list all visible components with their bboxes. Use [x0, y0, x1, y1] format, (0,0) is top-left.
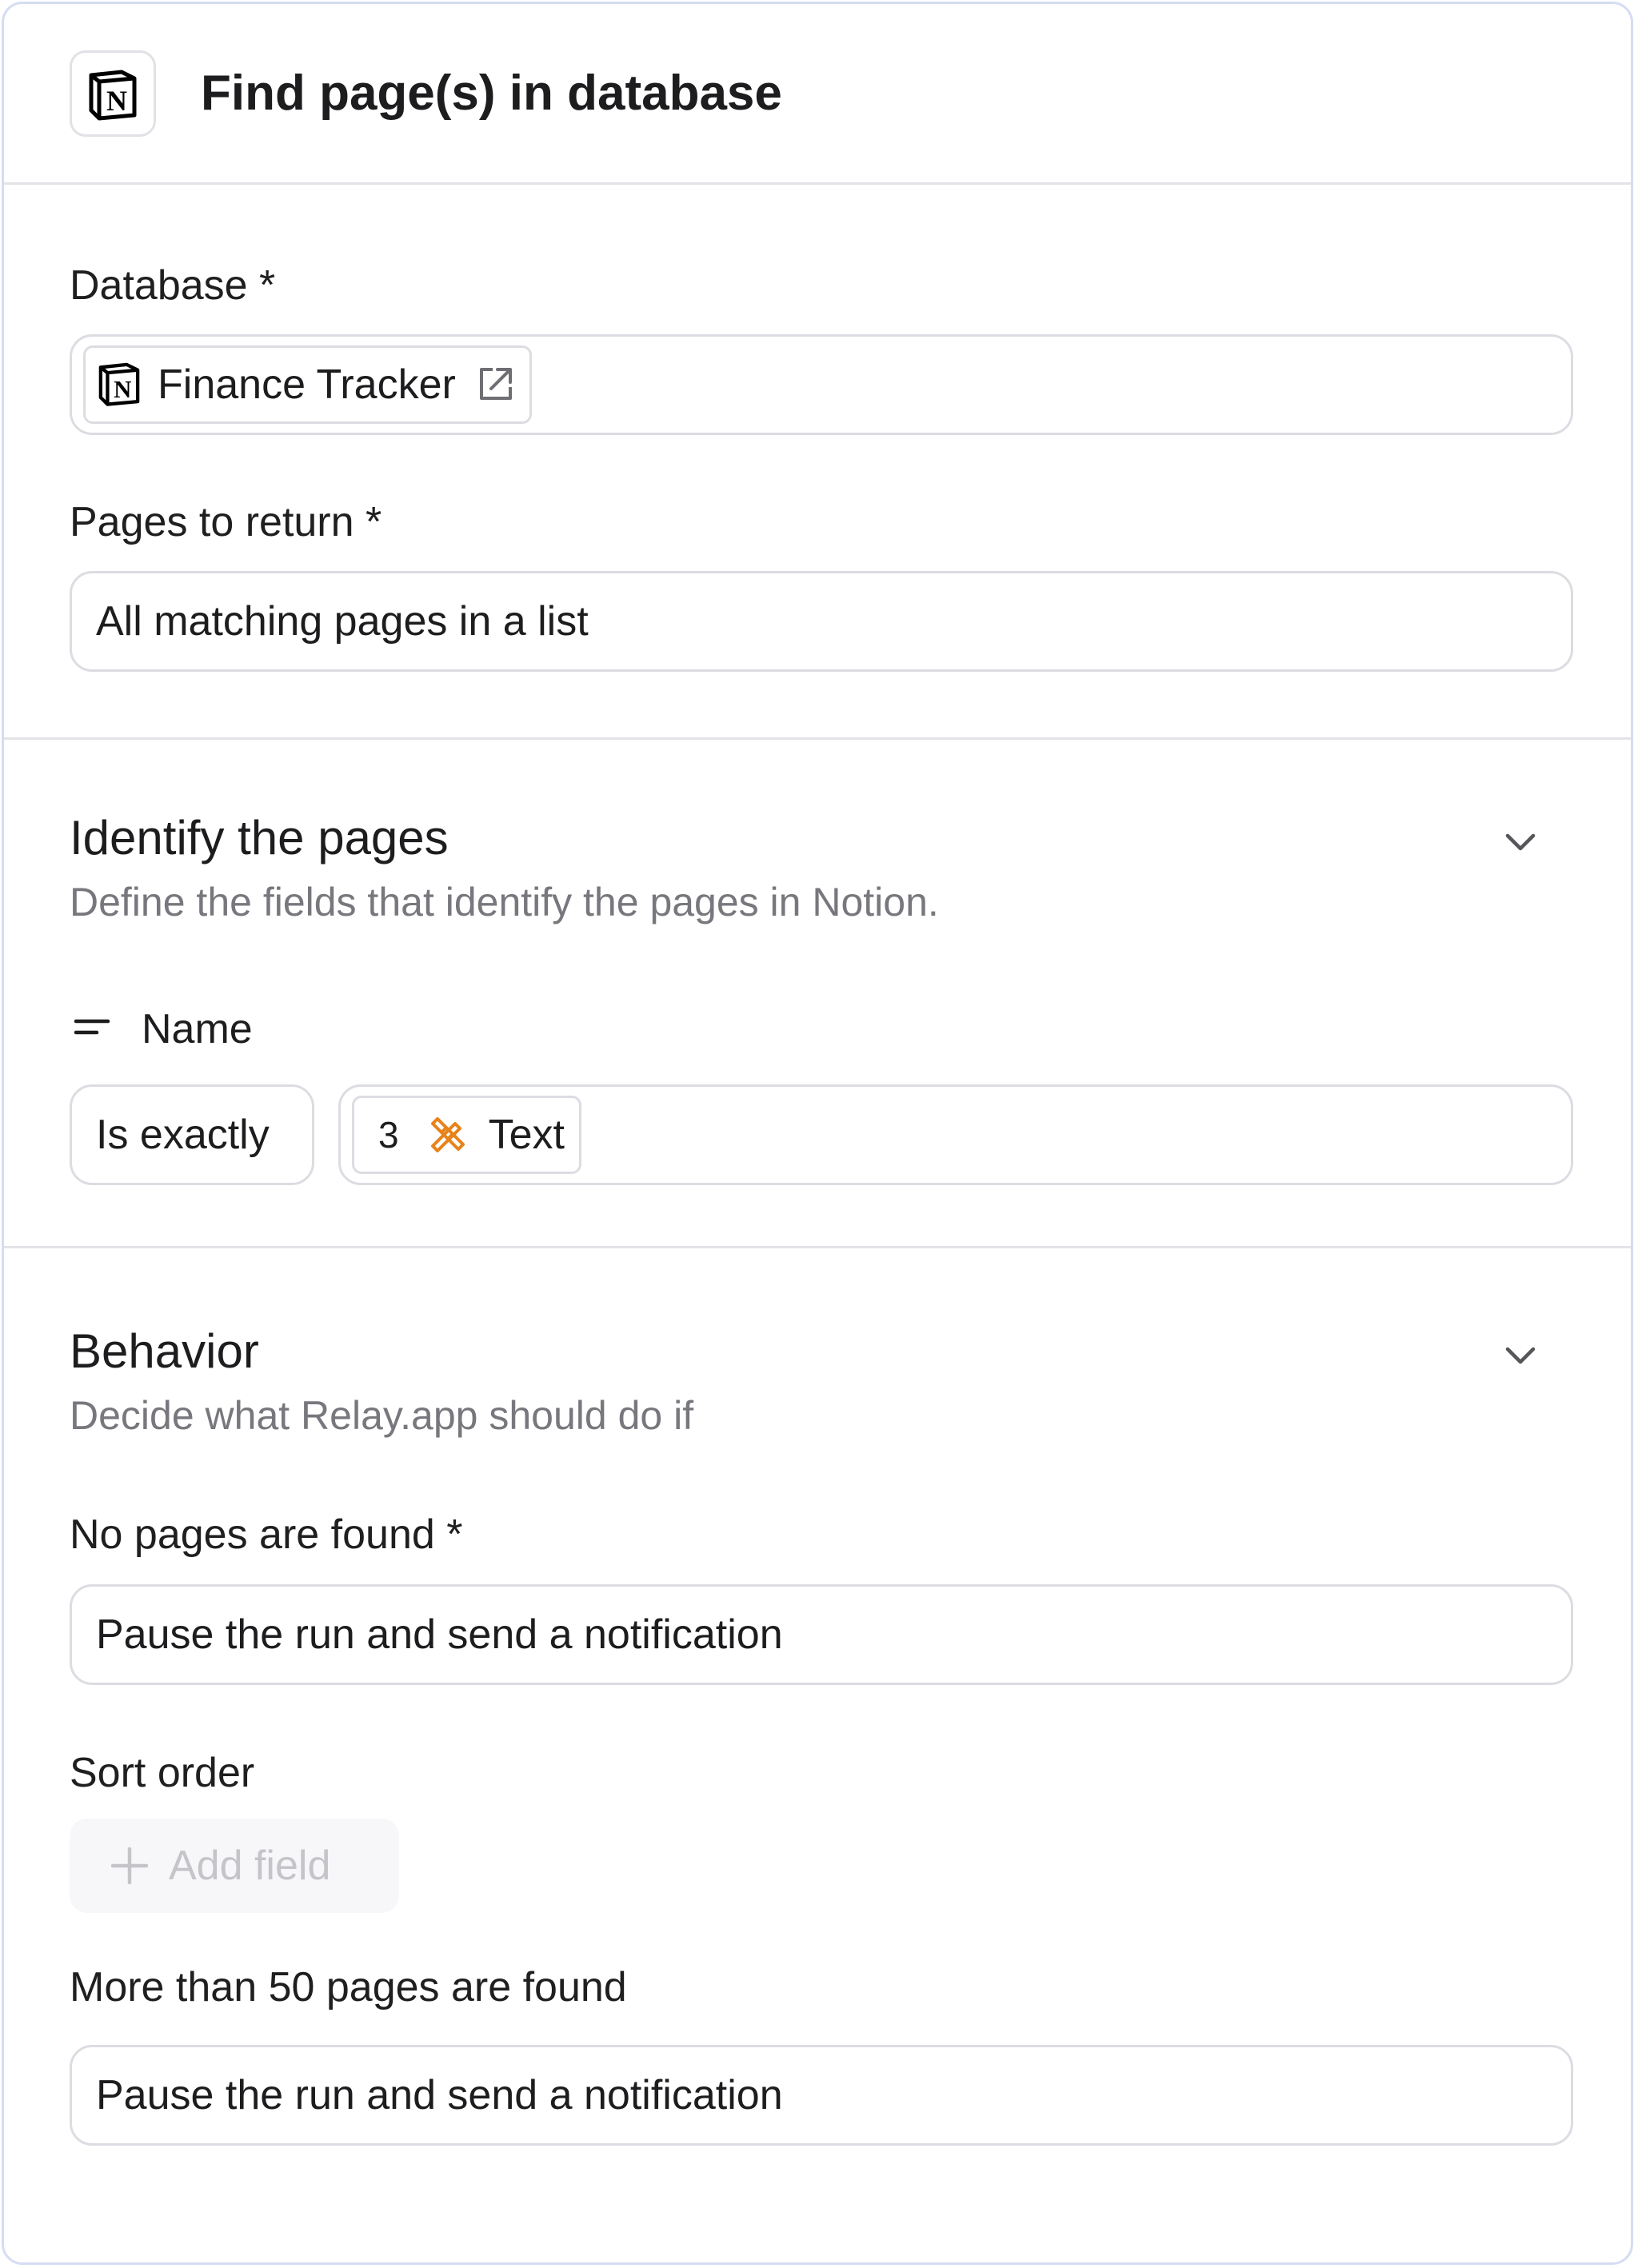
- more-than-label: More than 50 pages are found: [70, 1964, 627, 2010]
- no-pages-select[interactable]: Pause the run and send a notification: [70, 1584, 1573, 1685]
- database-name: Finance Tracker: [158, 361, 456, 408]
- no-pages-label: No pages are found *: [70, 1511, 463, 1558]
- svg-text:N: N: [114, 376, 131, 403]
- add-field-button[interactable]: Add field: [70, 1819, 399, 1913]
- value-field[interactable]: 3 Text: [338, 1084, 1573, 1185]
- sort-order-label: Sort order: [70, 1750, 255, 1796]
- identify-description: Define the fields that identify the page…: [70, 880, 939, 924]
- more-than-value: Pause the run and send a notification: [96, 2072, 783, 2118]
- identify-section: Identify the pages Define the fields tha…: [4, 740, 1631, 1248]
- database-label: Database *: [70, 262, 276, 309]
- property-name-label: Name: [142, 1006, 253, 1052]
- behavior-section: Behavior Decide what Relay.app should do…: [4, 1248, 1631, 2259]
- database-field[interactable]: N Finance Tracker: [70, 334, 1573, 435]
- step-number: 3: [378, 1114, 399, 1156]
- behavior-description: Decide what Relay.app should do if: [70, 1393, 694, 1438]
- property-name-row: Name: [73, 1005, 253, 1053]
- page-title: Find page(s) in database: [201, 66, 782, 121]
- operator-select[interactable]: Is exactly: [70, 1084, 314, 1185]
- panel-header: N Find page(s) in database: [4, 4, 1631, 185]
- more-than-select[interactable]: Pause the run and send a notification: [70, 2045, 1573, 2146]
- identify-title: Identify the pages: [70, 811, 449, 864]
- notion-logo-icon: N: [95, 359, 143, 411]
- action-config-panel: N Find page(s) in database Database * N …: [2, 2, 1633, 2265]
- add-field-label: Add field: [169, 1843, 331, 1889]
- database-chip[interactable]: N Finance Tracker: [83, 345, 532, 424]
- chevron-down-icon[interactable]: [1501, 1336, 1540, 1375]
- behavior-title: Behavior: [70, 1324, 259, 1378]
- chevron-down-icon[interactable]: [1501, 823, 1540, 861]
- no-pages-value: Pause the run and send a notification: [96, 1611, 783, 1658]
- step-token-chip[interactable]: 3 Text: [352, 1096, 581, 1174]
- pages-to-return-select[interactable]: All matching pages in a list: [70, 571, 1573, 672]
- pages-to-return-value: All matching pages in a list: [96, 598, 589, 645]
- token-label: Text: [488, 1112, 565, 1158]
- database-section: Database * N Finance Tracker Pages to re…: [4, 185, 1631, 740]
- pages-to-return-label: Pages to return *: [70, 499, 382, 545]
- text-property-icon: [73, 1013, 111, 1046]
- plus-icon: [110, 1846, 150, 1886]
- step-tools-icon: [426, 1114, 468, 1156]
- external-link-icon[interactable]: [475, 365, 515, 405]
- notion-logo-icon: N: [70, 50, 156, 137]
- operator-value: Is exactly: [96, 1112, 270, 1158]
- svg-text:N: N: [106, 85, 127, 117]
